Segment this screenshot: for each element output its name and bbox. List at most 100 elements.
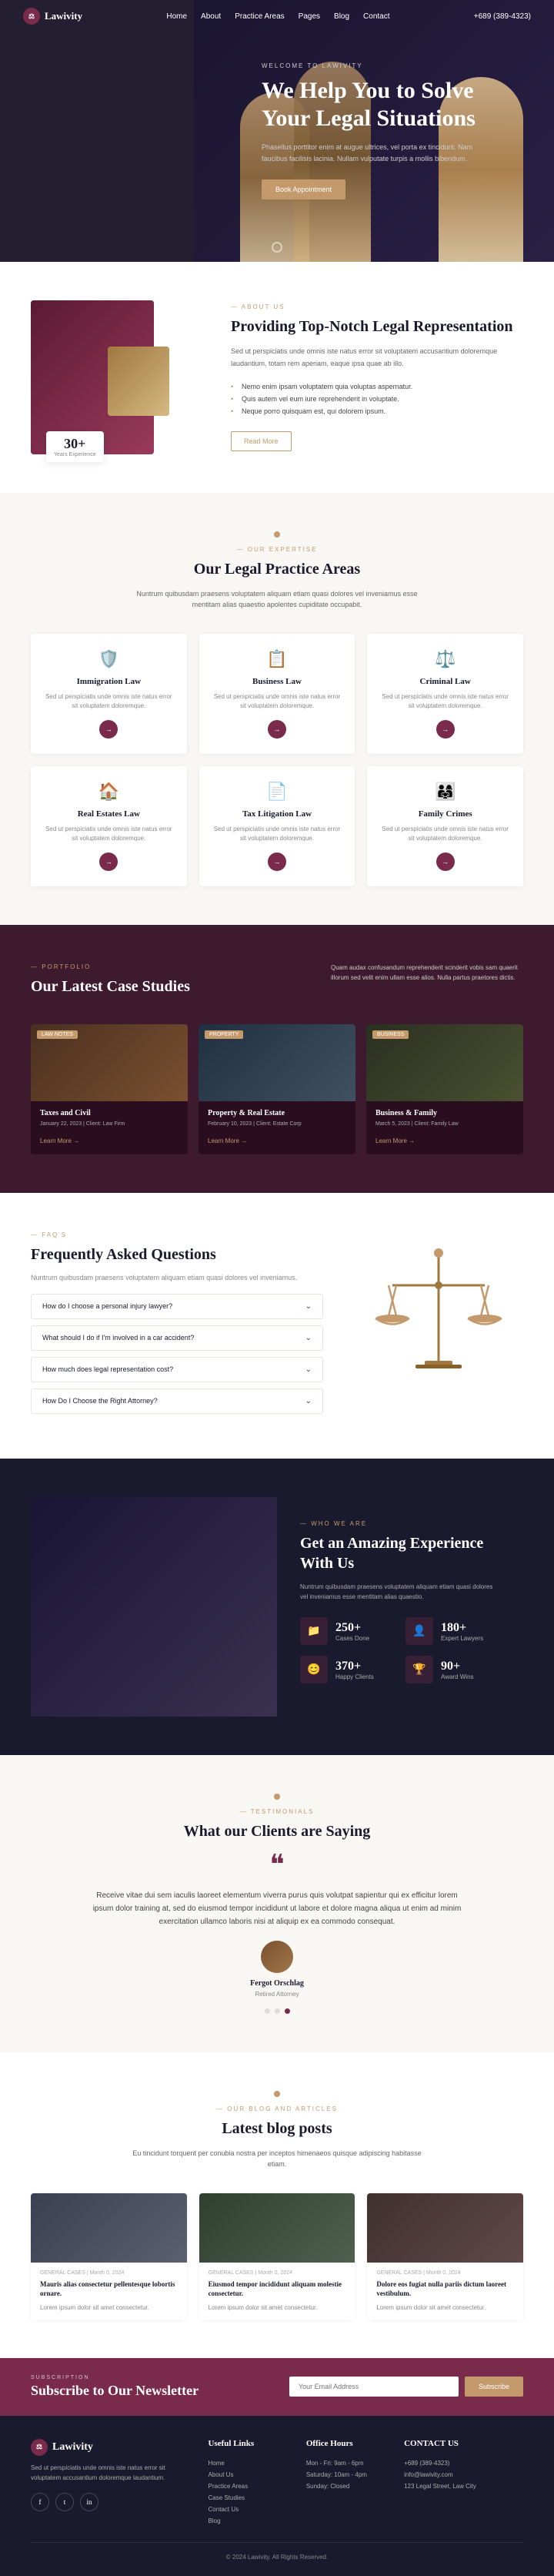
- stat-label: Years Experience: [54, 452, 96, 457]
- faq-item-0[interactable]: How do I choose a personal injury lawyer…: [31, 1294, 323, 1319]
- practice-grid: 🛡️ Immigration Law Sed ut perspiciatis u…: [31, 634, 523, 886]
- case-title-2: Business & Family: [375, 1109, 514, 1117]
- case-body-2: Business & Family March 5, 2023 | Client…: [366, 1101, 523, 1154]
- case-meta-0: January 22, 2023 | Client: Law Firm: [40, 1121, 179, 1127]
- practice-link-3[interactable]: →: [99, 853, 118, 871]
- cases-grid: LAW NOTES Taxes and Civil January 22, 20…: [31, 1024, 523, 1154]
- stat-item-3: 🏆 90+ Award Wins: [405, 1656, 500, 1683]
- case-link-2[interactable]: Learn More →: [375, 1137, 415, 1144]
- practice-card-5: 👨‍👩‍👧 Family Crimes Sed ut perspiciatis …: [367, 766, 523, 886]
- stat-icon-2: 😊: [300, 1656, 328, 1683]
- faq-item-1[interactable]: What should I do if I'm involved in a ca…: [31, 1325, 323, 1351]
- nav-logo[interactable]: ⚖ Lawivity: [23, 8, 82, 25]
- faq-arrow-3: ⌄: [305, 1397, 312, 1405]
- cases-title: Our Latest Case Studies: [31, 976, 190, 997]
- case-link-0[interactable]: Learn More →: [40, 1137, 79, 1144]
- dot-1[interactable]: [265, 2008, 270, 2014]
- practice-link-2[interactable]: →: [436, 720, 455, 739]
- case-link-1[interactable]: Learn More →: [208, 1137, 247, 1144]
- practice-link-5[interactable]: →: [436, 853, 455, 871]
- footer-col-title-2: CONTACT US: [404, 2439, 523, 2448]
- nav-blog[interactable]: Blog: [334, 12, 349, 21]
- why-people-svg: [31, 1497, 277, 1713]
- case-card-2: BUSINESS Business & Family March 5, 2023…: [366, 1024, 523, 1154]
- practice-card-3: 🏠 Real Estates Law Sed ut perspiciatis u…: [31, 766, 187, 886]
- footer-col-2: CONTACT US +689 (389-4323) info@lawivity…: [404, 2439, 523, 2527]
- blog-image-1: [199, 2193, 355, 2263]
- footer-logo-text: Lawivity: [52, 2441, 93, 2454]
- stat-icon-1: 👤: [405, 1617, 433, 1645]
- footer-link-0-5[interactable]: Blog: [209, 2515, 288, 2527]
- case-card-1: PROPERTY Property & Real Estate February…: [199, 1024, 355, 1154]
- social-facebook[interactable]: f: [31, 2493, 49, 2511]
- footer-link-0-3[interactable]: Case Studies: [209, 2492, 288, 2504]
- about-list-item-3: Neque porro quisquam est, qui dolorem ip…: [231, 405, 523, 417]
- blog-section: — OUR BLOG AND ARTICLES Latest blog post…: [0, 2052, 554, 2358]
- logo-icon: ⚖: [23, 8, 40, 25]
- author-title: Retired Attorney: [255, 1991, 299, 1998]
- blog-post-desc-1: Lorem ipsum dolor sit amet consectetur.: [209, 2303, 346, 2312]
- nav-contact[interactable]: Contact: [363, 12, 389, 21]
- dot-2[interactable]: [275, 2008, 280, 2014]
- hero-cta-button[interactable]: Book Appointment: [262, 179, 345, 199]
- stat-label-3: Award Wins: [441, 1673, 474, 1680]
- section-divider: [274, 531, 280, 538]
- carousel-dots: [31, 2008, 523, 2014]
- about-readmore-button[interactable]: Read More: [231, 431, 292, 451]
- faq-item-2[interactable]: How much does legal representation cost?…: [31, 1357, 323, 1382]
- footer-contact-address: 123 Legal Street, Law City: [404, 2481, 523, 2492]
- newsletter-subscribe-button[interactable]: Subscribe: [465, 2377, 523, 2397]
- blog-card-2: GENERAL CASES | Month 0, 2024 Dolore eos…: [367, 2193, 523, 2320]
- footer-link-0-2[interactable]: Practice Areas: [209, 2481, 288, 2492]
- nav-practice[interactable]: Practice Areas: [235, 12, 284, 21]
- practice-icon-4: 📄: [212, 782, 343, 802]
- nav-about[interactable]: About: [201, 12, 221, 21]
- social-links: f t in: [31, 2493, 190, 2511]
- faq-arrow-0: ⌄: [305, 1302, 312, 1311]
- about-section: 30+ Years Experience — ABOUT US Providin…: [0, 262, 554, 493]
- faq-arrow-2: ⌄: [305, 1365, 312, 1374]
- nav-phone: +689 (389-4323): [474, 12, 531, 21]
- case-title-1: Property & Real Estate: [208, 1109, 346, 1117]
- faq-question-0: How do I choose a personal injury lawyer…: [42, 1302, 172, 1310]
- practice-link-4[interactable]: →: [268, 853, 286, 871]
- footer-logo: ⚖ Lawivity: [31, 2439, 190, 2456]
- testimonials-dot: [274, 1794, 280, 1800]
- practice-desc-0: Sed ut perspiciatis unde omnis iste natu…: [43, 692, 175, 711]
- hero-scroll-indicator: [272, 242, 282, 253]
- footer-link-0-4[interactable]: Contact Us: [209, 2504, 288, 2515]
- social-twitter[interactable]: t: [55, 2493, 74, 2511]
- newsletter-email-input[interactable]: [289, 2377, 459, 2397]
- blog-post-title-0: Mauris alias consectetur pellentesque lo…: [40, 2280, 178, 2299]
- case-meta-2: March 5, 2023 | Client: Family Law: [375, 1121, 514, 1127]
- dot-3[interactable]: [285, 2008, 290, 2014]
- cases-title-block: — PORTFOLIO Our Latest Case Studies: [31, 963, 190, 1006]
- faq-title: Frequently Asked Questions: [31, 1244, 323, 1265]
- footer-brand: ⚖ Lawivity Sed ut perspiciatis unde omni…: [31, 2439, 190, 2527]
- practice-description: Nuntrum quibusdam praesens voluptatem al…: [123, 588, 431, 611]
- practice-desc-1: Sed ut perspiciatis unde omnis iste natu…: [212, 692, 343, 711]
- faq-item-3[interactable]: How Do I Choose the Right Attorney? ⌄: [31, 1388, 323, 1414]
- practice-link-0[interactable]: →: [99, 720, 118, 739]
- practice-name-2: Criminal Law: [379, 677, 511, 686]
- footer-grid: ⚖ Lawivity Sed ut perspiciatis unde omni…: [31, 2439, 523, 2527]
- stat-icon-0: 📁: [300, 1617, 328, 1645]
- stat-info-2: 370+ Happy Clients: [335, 1660, 374, 1680]
- case-title-0: Taxes and Civil: [40, 1109, 179, 1117]
- footer-list-2: +689 (389-4323) info@lawivity.com 123 Le…: [404, 2457, 523, 2492]
- footer-link-0-1[interactable]: About Us: [209, 2469, 288, 2481]
- case-image-2: BUSINESS: [366, 1024, 523, 1101]
- blog-post-title-2: Dolore eos fugiat nulla pariis dictum la…: [376, 2280, 514, 2299]
- blog-body-2: GENERAL CASES | Month 0, 2024 Dolore eos…: [367, 2263, 523, 2320]
- hero-description: Phasellus porttitor enim at augue ultric…: [262, 142, 492, 164]
- social-linkedin[interactable]: in: [80, 2493, 98, 2511]
- nav-home[interactable]: Home: [166, 12, 187, 21]
- stat-number: 30+: [54, 436, 96, 452]
- practice-link-1[interactable]: →: [268, 720, 286, 739]
- testimonials-title: What our Clients are Saying: [31, 1821, 523, 1841]
- why-image: [31, 1497, 277, 1717]
- cases-tag: — PORTFOLIO: [31, 963, 190, 970]
- footer-link-0-0[interactable]: Home: [209, 2457, 288, 2469]
- stat-info-3: 90+ Award Wins: [441, 1660, 474, 1680]
- nav-pages[interactable]: Pages: [299, 12, 320, 21]
